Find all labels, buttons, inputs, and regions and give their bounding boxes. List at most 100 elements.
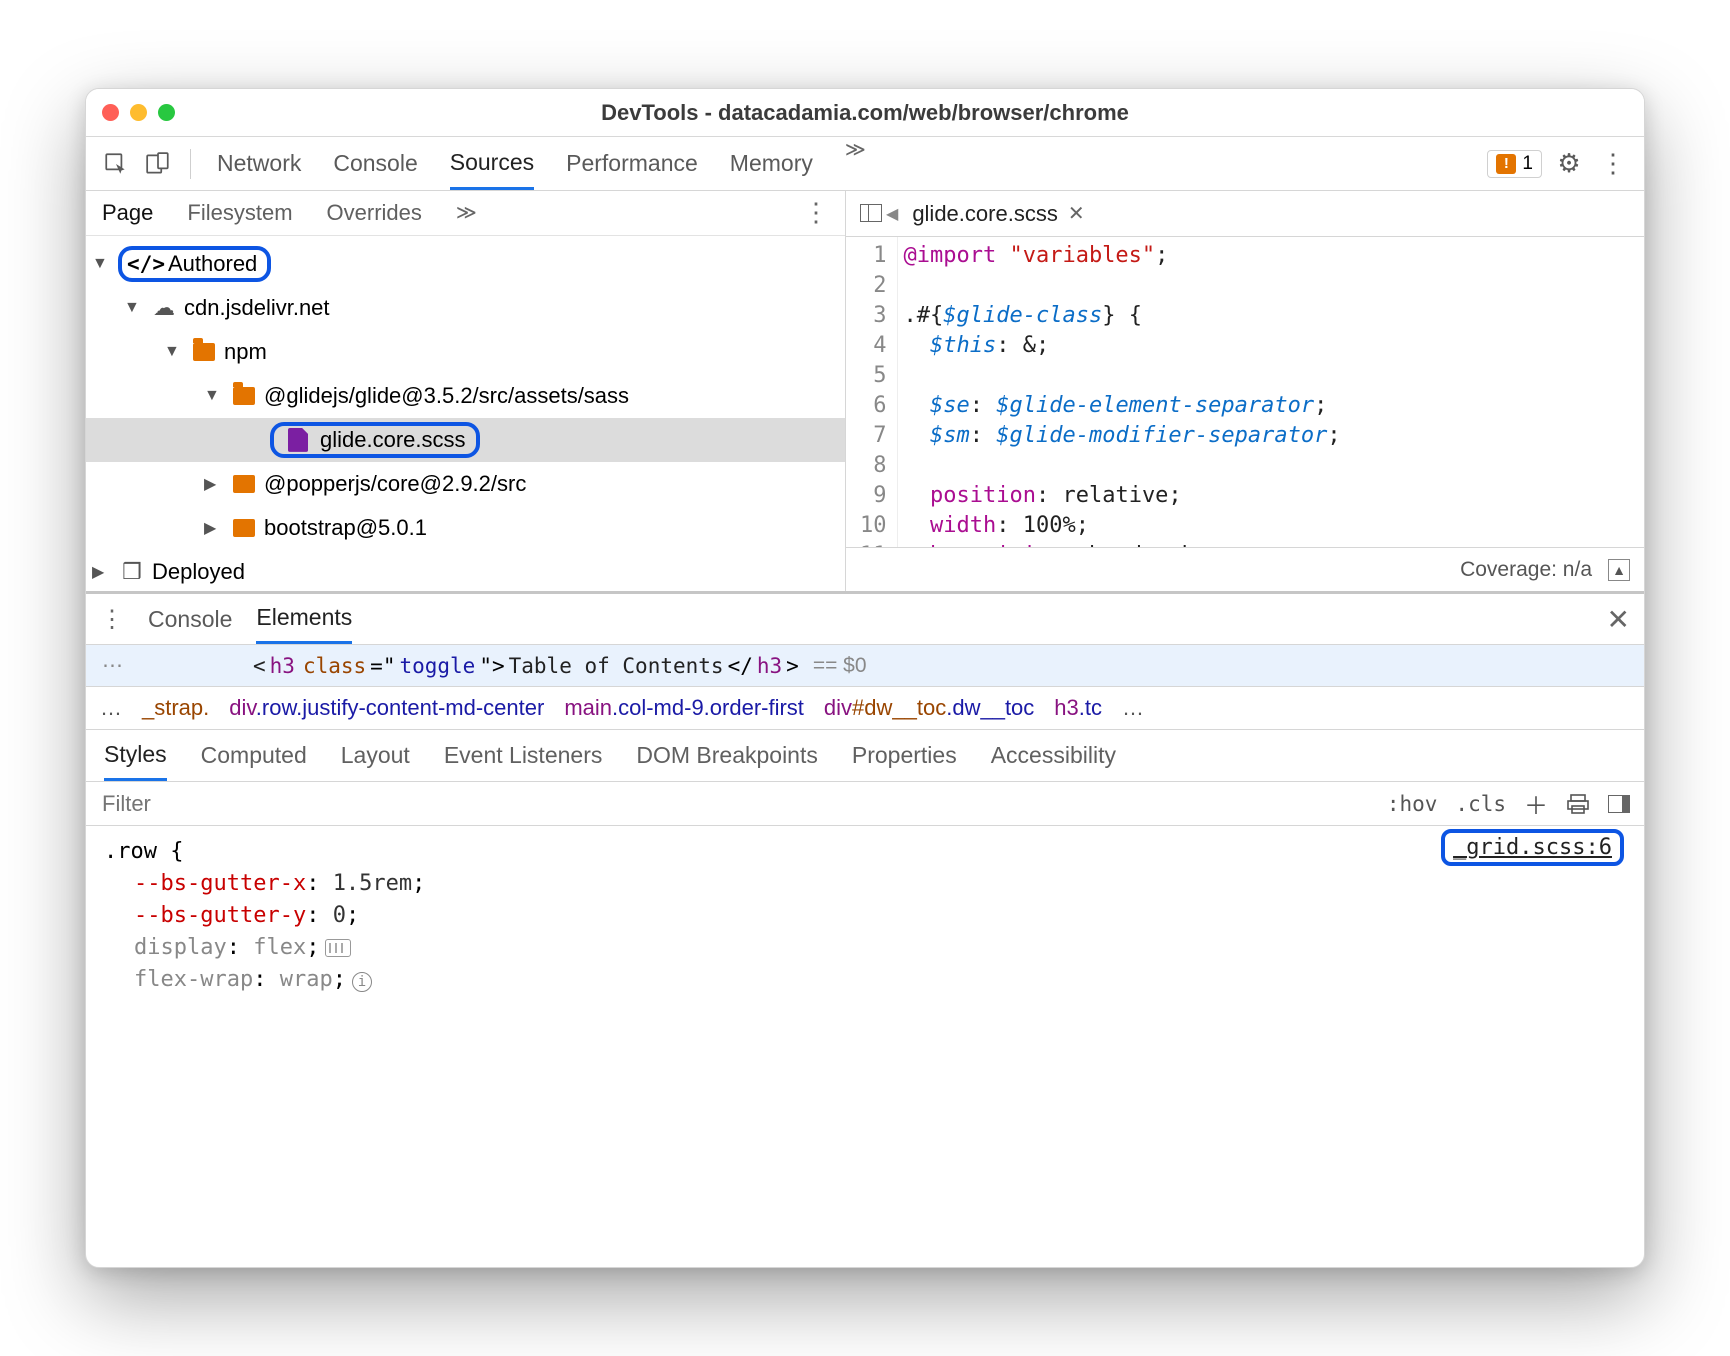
styles-body[interactable]: _grid.scss:6 .row { --bs-gutter-x: 1.5re…	[86, 826, 1644, 1006]
cls-toggle[interactable]: .cls	[1455, 792, 1506, 816]
drawer-kebab-icon[interactable]: ⋮	[100, 605, 124, 634]
styles-filter-input[interactable]	[86, 791, 1373, 817]
tree-label: Authored	[168, 251, 257, 277]
tree-authored[interactable]: ▼ </> Authored	[86, 242, 845, 286]
drawer-tab-console[interactable]: Console	[148, 606, 232, 633]
tab-memory[interactable]: Memory	[730, 137, 813, 190]
styletab-accessibility[interactable]: Accessibility	[991, 730, 1116, 781]
tree-bootstrap[interactable]: ▶ bootstrap@5.0.1	[86, 506, 845, 550]
crumb[interactable]: main.col-md-9.order-first	[564, 695, 804, 721]
tab-sources[interactable]: Sources	[450, 137, 534, 190]
breadcrumbs[interactable]: … _strap. div.row.justify-content-md-cen…	[86, 687, 1644, 730]
styletab-eventlisteners[interactable]: Event Listeners	[444, 730, 603, 781]
folder-icon	[230, 470, 258, 498]
file-tab[interactable]: glide.core.scss ✕	[912, 201, 1084, 227]
css-prop[interactable]: --bs-gutter-y: 0;	[134, 900, 1626, 932]
tree-label: @popperjs/core@2.9.2/src	[264, 471, 526, 497]
flex-badge-icon[interactable]	[325, 939, 351, 957]
tree-label: @glidejs/glide@3.5.2/src/assets/sass	[264, 383, 629, 409]
css-prop[interactable]: flex-wrap: wrap;i	[134, 964, 1626, 996]
tree-popper[interactable]: ▶ @popperjs/core@2.9.2/src	[86, 462, 845, 506]
minimize-window-button[interactable]	[130, 104, 147, 121]
tree-label: Deployed	[152, 559, 245, 585]
styles-filter-row: :hov .cls ＋	[86, 782, 1644, 826]
crumb[interactable]: div.row.justify-content-md-center	[229, 695, 544, 721]
expand-dots-icon[interactable]: ⋯	[102, 653, 125, 678]
close-tab-icon[interactable]: ✕	[1068, 201, 1085, 226]
file-tab-label: glide.core.scss	[912, 201, 1058, 227]
traffic-lights	[102, 104, 175, 121]
print-icon[interactable]	[1566, 794, 1590, 814]
styletab-computed[interactable]: Computed	[201, 730, 307, 781]
crumb[interactable]: _strap.	[142, 695, 209, 721]
styletab-styles[interactable]: Styles	[104, 730, 167, 781]
styletab-layout[interactable]: Layout	[341, 730, 410, 781]
drawer-close-icon[interactable]: ✕	[1607, 603, 1630, 636]
nav-kebab-icon[interactable]: ⋮	[803, 197, 829, 228]
tree-npm[interactable]: ▼ npm	[86, 330, 845, 374]
tab-console[interactable]: Console	[333, 137, 417, 190]
folder-icon	[230, 382, 258, 410]
expand-up-icon[interactable]: ▲	[1608, 559, 1630, 581]
styles-tabs: Styles Computed Layout Event Listeners D…	[86, 730, 1644, 782]
crumb[interactable]: …	[1122, 695, 1144, 721]
file-tree: ▼ </> Authored ▼ ☁ cdn.jsdelivr.net ▼ np…	[86, 236, 845, 591]
line-gutter: 1234567891011	[846, 237, 898, 547]
tree-glide-path[interactable]: ▼ @glidejs/glide@3.5.2/src/assets/sass	[86, 374, 845, 418]
rule-source-link[interactable]: _grid.scss:6	[1441, 832, 1624, 864]
device-toggle-icon[interactable]	[142, 148, 174, 180]
editor-tabbar: ◀ glide.core.scss ✕	[846, 191, 1644, 237]
tab-network[interactable]: Network	[217, 137, 301, 190]
styletab-properties[interactable]: Properties	[852, 730, 957, 781]
folder-icon	[230, 514, 258, 542]
editor-pane: ◀ glide.core.scss ✕ 1234567891011 @impor…	[846, 191, 1644, 591]
authored-icon: </>	[132, 250, 160, 278]
hov-toggle[interactable]: :hov	[1387, 792, 1438, 816]
devtools-window: DevTools - datacadamia.com/web/browser/c…	[85, 88, 1645, 1268]
coverage-label: Coverage: n/a	[1460, 558, 1592, 582]
warnings-badge[interactable]: ! 1	[1487, 150, 1542, 178]
nav-tab-overrides[interactable]: Overrides	[327, 200, 422, 226]
nav-tab-filesystem[interactable]: Filesystem	[187, 200, 292, 226]
kebab-menu-icon[interactable]: ⋮	[1596, 148, 1630, 179]
more-tabs-chevron-icon[interactable]: ≫	[845, 137, 866, 190]
inspect-icon[interactable]	[100, 148, 132, 180]
crumb[interactable]: div#dw__toc.dw__toc	[824, 695, 1034, 721]
drawer-tab-elements[interactable]: Elements	[256, 594, 352, 644]
tree-glide-file[interactable]: glide.core.scss	[86, 418, 845, 462]
pane-toggle-icon[interactable]: ◀	[860, 204, 898, 224]
rule-selector: .row {	[104, 836, 1626, 868]
drawer-tabs: ⋮ Console Elements ✕	[86, 594, 1644, 644]
close-window-button[interactable]	[102, 104, 119, 121]
window-title: DevTools - datacadamia.com/web/browser/c…	[86, 100, 1644, 126]
editor-footer: Coverage: n/a ▲	[846, 547, 1644, 591]
crumb[interactable]: h3.tc	[1054, 695, 1102, 721]
drawer: ⋮ Console Elements ✕ ⋯ <h3 class="toggle…	[86, 591, 1644, 1267]
nav-more-chevron-icon[interactable]: ≫	[456, 200, 477, 225]
folder-icon	[190, 338, 218, 366]
styletab-dombreakpoints[interactable]: DOM Breakpoints	[636, 730, 818, 781]
tree-deployed[interactable]: ▶ ❒ Deployed	[86, 550, 845, 591]
settings-gear-icon[interactable]: ⚙	[1552, 148, 1586, 179]
info-icon[interactable]: i	[352, 972, 372, 992]
tab-performance[interactable]: Performance	[566, 137, 698, 190]
navigator-tabs: Page Filesystem Overrides ≫ ⋮	[86, 191, 845, 236]
tree-label: glide.core.scss	[320, 427, 466, 453]
tree-label: cdn.jsdelivr.net	[184, 295, 330, 321]
code-content: @import "variables";.#{$glide-class} { $…	[898, 237, 1347, 547]
sources-split: Page Filesystem Overrides ≫ ⋮ ▼ </> Auth…	[86, 191, 1644, 591]
nav-tab-page[interactable]: Page	[102, 200, 153, 226]
titlebar: DevTools - datacadamia.com/web/browser/c…	[86, 89, 1644, 137]
maximize-window-button[interactable]	[158, 104, 175, 121]
main-toolbar: Network Console Sources Performance Memo…	[86, 137, 1644, 191]
elements-selected-line[interactable]: ⋯ <h3 class="toggle">Table of Contents</…	[86, 644, 1644, 687]
tree-cdn[interactable]: ▼ ☁ cdn.jsdelivr.net	[86, 286, 845, 330]
new-rule-icon[interactable]: ＋	[1524, 786, 1548, 821]
sidebar-toggle-icon[interactable]	[1608, 795, 1630, 813]
cloud-icon: ☁	[150, 294, 178, 322]
css-prop[interactable]: --bs-gutter-x: 1.5rem;	[134, 868, 1626, 900]
css-prop[interactable]: display: flex;	[134, 932, 1626, 964]
panel-tabs: Network Console Sources Performance Memo…	[217, 137, 866, 190]
crumb[interactable]: …	[100, 695, 122, 721]
code-editor[interactable]: 1234567891011 @import "variables";.#{$gl…	[846, 237, 1644, 547]
